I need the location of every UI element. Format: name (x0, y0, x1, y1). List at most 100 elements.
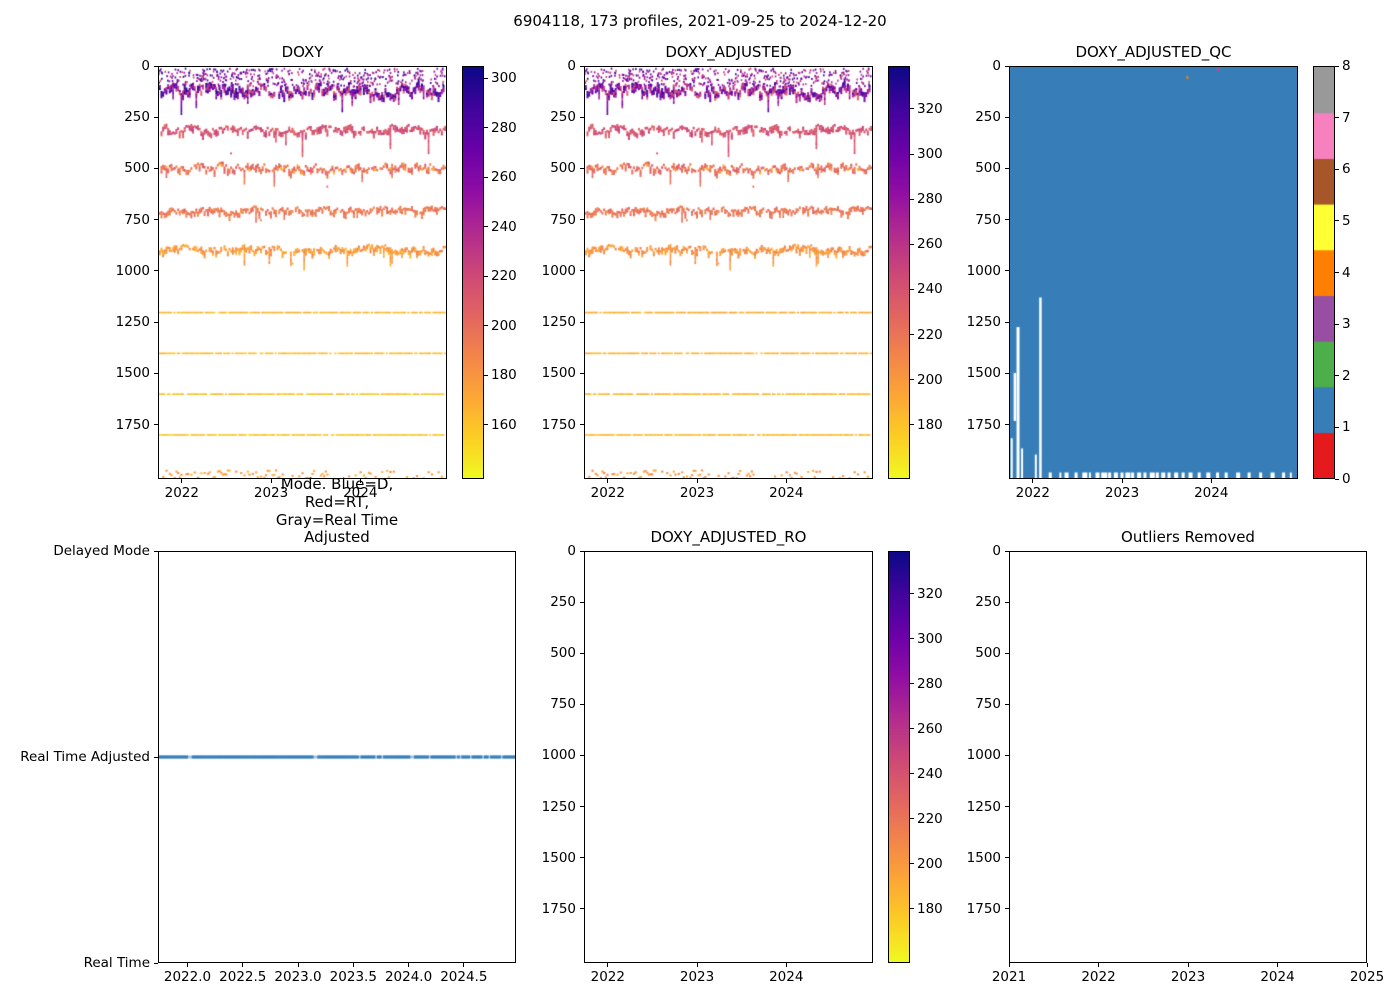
colorbar-tick-label: 200 (917, 855, 943, 872)
y-tick-label: 1750 (115, 416, 150, 433)
y-tick-label: 0 (992, 58, 1001, 74)
y-tick-label: Real Time (83, 955, 150, 971)
x-tick-mark (607, 963, 609, 967)
y-tick-mark (580, 167, 584, 169)
x-tick-label: 2022 (1081, 969, 1116, 985)
colorbar-tick-mark (910, 728, 914, 730)
y-tick-label: 1500 (541, 849, 576, 866)
colorbar-tick-mark (484, 77, 488, 79)
colorbar-tick-mark (910, 908, 914, 910)
doxy-colorbar (462, 66, 484, 479)
y-tick-label: 1000 (966, 747, 1001, 764)
colorbar-tick-label: 8 (1342, 58, 1351, 74)
colorbar-tick-label: 220 (917, 810, 943, 827)
y-tick-label: 1000 (115, 262, 150, 279)
colorbar-tick-mark (910, 334, 914, 336)
y-tick-label: 750 (975, 696, 1001, 713)
colorbar-tick-label: 160 (491, 416, 517, 433)
doxy-adjusted-qc-canvas (1010, 67, 1297, 478)
colorbar-tick-label: 280 (917, 191, 943, 208)
y-tick-mark (580, 321, 584, 323)
y-tick-label: 1750 (541, 416, 576, 433)
y-tick-mark (580, 601, 584, 603)
y-tick-label: 1750 (541, 900, 576, 917)
y-tick-label: 250 (550, 594, 576, 611)
y-tick-label: 1250 (115, 314, 150, 331)
y-tick-label: 1000 (541, 747, 576, 764)
colorbar-tick-label: 180 (917, 416, 943, 433)
y-tick-mark (1005, 550, 1009, 552)
y-tick-mark (154, 550, 158, 552)
colorbar-tick-label: 240 (917, 765, 943, 782)
colorbar-tick-mark (484, 325, 488, 327)
x-tick-label: 2022.5 (219, 969, 267, 985)
x-tick-mark (1098, 963, 1099, 967)
x-tick-mark (359, 479, 361, 483)
ro-colorbar (888, 551, 910, 963)
colorbar-tick-label: 280 (917, 675, 943, 692)
colorbar-tick-label: 4 (1342, 264, 1351, 281)
y-tick-mark (1005, 908, 1009, 910)
colorbar-tick-label: 240 (917, 281, 943, 298)
y-tick-mark (580, 908, 584, 910)
x-tick-mark (785, 963, 787, 967)
y-tick-label: 750 (550, 696, 576, 713)
colorbar-tick-mark (484, 424, 488, 426)
doxy-adjusted-plot: DOXY_ADJUSTED (584, 44, 873, 479)
colorbar-tick-label: 300 (917, 146, 943, 163)
y-tick-label: 500 (124, 160, 150, 177)
doxy-adjusted-ro-canvas (585, 552, 885, 702)
colorbar-tick-mark (1335, 375, 1339, 377)
x-tick-mark (408, 963, 410, 967)
y-tick-mark (1005, 754, 1009, 756)
x-tick-mark (297, 963, 299, 967)
x-tick-label: 2022 (1015, 485, 1050, 501)
y-tick-mark (1005, 806, 1009, 808)
y-tick-label: Delayed Mode (53, 543, 150, 559)
y-tick-mark (580, 65, 584, 67)
colorbar-tick-label: 2 (1342, 367, 1351, 384)
y-tick-mark (580, 372, 584, 374)
doxy-adjusted-scatter-canvas (585, 67, 872, 478)
x-tick-label: 2025 (1349, 969, 1385, 985)
doxy-adjusted-qc-title: DOXY_ADJUSTED_QC (1075, 43, 1232, 62)
doxy-colorbar-canvas (463, 67, 483, 478)
colorbar-tick-label: 1 (1342, 419, 1351, 436)
y-tick-mark (1005, 372, 1009, 374)
y-tick-label: 0 (567, 543, 576, 559)
x-tick-mark (1032, 479, 1034, 483)
figure: 6904118, 173 profiles, 2021-09-25 to 202… (0, 0, 1400, 1000)
y-tick-label: 750 (550, 211, 576, 228)
x-tick-mark (785, 479, 787, 483)
colorbar-tick-label: 260 (491, 169, 517, 186)
colorbar-tick-label: 280 (491, 119, 517, 136)
y-tick-label: 1250 (541, 314, 576, 331)
x-tick-mark (187, 963, 188, 967)
y-tick-mark (580, 270, 584, 272)
y-tick-mark (1005, 116, 1009, 118)
colorbar-tick-mark (910, 818, 914, 820)
y-tick-label: 250 (975, 594, 1001, 611)
qc-colorbar-canvas (1314, 67, 1334, 478)
colorbar-tick-label: 300 (917, 630, 943, 647)
x-tick-label: 2023 (1104, 485, 1140, 501)
x-tick-label: 2023.0 (274, 969, 322, 985)
colorbar-tick-mark (910, 288, 914, 290)
y-tick-mark (1005, 601, 1009, 603)
y-tick-mark (154, 219, 158, 221)
y-tick-label: 500 (550, 645, 576, 662)
doxy-title: DOXY (281, 43, 324, 62)
doxy-adjusted-title: DOXY_ADJUSTED (665, 43, 792, 62)
y-tick-mark (580, 116, 584, 118)
colorbar-tick-mark (910, 379, 914, 381)
colorbar-tick-label: 260 (917, 236, 943, 253)
y-tick-mark (580, 754, 584, 756)
y-tick-mark (1005, 65, 1009, 67)
colorbar-tick-label: 320 (917, 585, 943, 602)
colorbar-tick-label: 7 (1342, 109, 1351, 126)
doxy-adjusted-qc-plot: DOXY_ADJUSTED_QC (1009, 44, 1298, 479)
y-tick-label: Real Time Adjusted (20, 749, 150, 765)
y-tick-label: 250 (975, 109, 1001, 126)
doxy-adjusted-ro-title: DOXY_ADJUSTED_RO (650, 528, 807, 547)
x-tick-mark (696, 479, 698, 483)
